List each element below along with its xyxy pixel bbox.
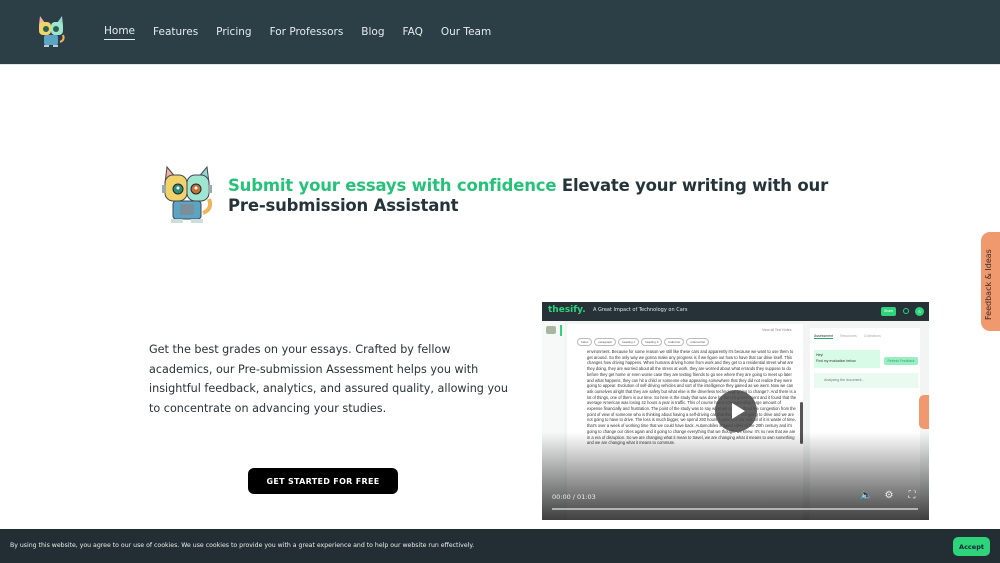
chip: heading 1	[618, 338, 640, 346]
get-started-button[interactable]: GET STARTED FOR FREE	[248, 468, 398, 494]
feedback-ideas-label: Feedback & Ideas	[984, 249, 993, 320]
video-format-chips: Index paragraph heading 1 heading 2 bull…	[577, 338, 709, 346]
video-avatar: S	[915, 307, 924, 316]
hero-title-highlight: Submit your essays with confidence	[228, 176, 557, 195]
video-feedback-tab	[919, 395, 929, 429]
chip: Index	[577, 338, 593, 346]
nav-our-team[interactable]: Our Team	[441, 26, 491, 40]
video-brand: thesify.	[548, 305, 586, 315]
nav-pricing[interactable]: Pricing	[216, 26, 251, 40]
nav-for-professors[interactable]: For Professors	[270, 26, 344, 40]
play-button[interactable]	[715, 390, 757, 432]
video-analyzing-status: Analyzing the document...	[814, 373, 918, 388]
cookie-text: By using this website, you agree to our …	[10, 542, 475, 549]
video-progress-bar[interactable]	[552, 508, 918, 510]
video-doc-title: A Great Impact of Technology on Cars	[593, 307, 688, 313]
hero-description: Get the best grades on your essays. Craf…	[149, 343, 508, 415]
bubble-line: Find my evaluation below.	[816, 359, 857, 363]
nav-features[interactable]: Features	[153, 26, 198, 40]
cookie-banner: By using this website, you agree to our …	[0, 529, 1000, 563]
main-nav: Home Features Pricing For Professors Blo…	[104, 0, 509, 65]
video-time: 00:00 / 01:03	[552, 493, 596, 501]
chip: paragraph	[594, 338, 617, 346]
chip: ordered list	[686, 338, 709, 346]
volume-icon[interactable]: 🔈	[860, 490, 872, 502]
settings-icon[interactable]: ⚙	[883, 490, 895, 502]
fullscreen-icon[interactable]: ⛶	[906, 490, 918, 502]
video-panel-tabs: Assessment Resources Collections	[814, 334, 881, 339]
tab-collections: Collections	[863, 334, 881, 338]
hero-title: Submit your essays with confidence Eleva…	[228, 176, 828, 216]
video-mascot-icon	[546, 326, 556, 334]
chip: bullet list	[664, 338, 685, 346]
chip: heading 2	[641, 338, 663, 346]
video-app-topbar: thesify. A Great Impact of Technology on…	[542, 302, 929, 321]
video-share-button: Share	[881, 307, 896, 316]
nav-home[interactable]: Home	[104, 25, 136, 40]
mascot-logo[interactable]	[34, 14, 68, 50]
nav-faq[interactable]: FAQ	[403, 26, 423, 40]
tab-resources: Resources	[840, 334, 857, 338]
hero-mascot-image	[162, 165, 213, 223]
feedback-ideas-tab[interactable]: Feedback & Ideas	[981, 232, 1000, 331]
video-bell-icon	[903, 308, 909, 314]
accept-cookies-button[interactable]: Accept	[953, 537, 990, 556]
site-header: Home Features Pricing For Professors Blo…	[0, 0, 1000, 65]
nav-blog[interactable]: Blog	[361, 26, 384, 40]
video-editor-tools: View all Text Notes	[762, 328, 792, 332]
demo-video[interactable]: thesify. A Great Impact of Technology on…	[542, 302, 929, 520]
video-refresh-feedback: Refresh Feedback	[884, 357, 918, 365]
video-active-indicator	[560, 325, 562, 336]
video-chat-bubble: Hey! Find my evaluation below.	[814, 350, 880, 368]
tab-assessment: Assessment	[814, 334, 834, 339]
video-controls-gradient	[542, 432, 929, 520]
